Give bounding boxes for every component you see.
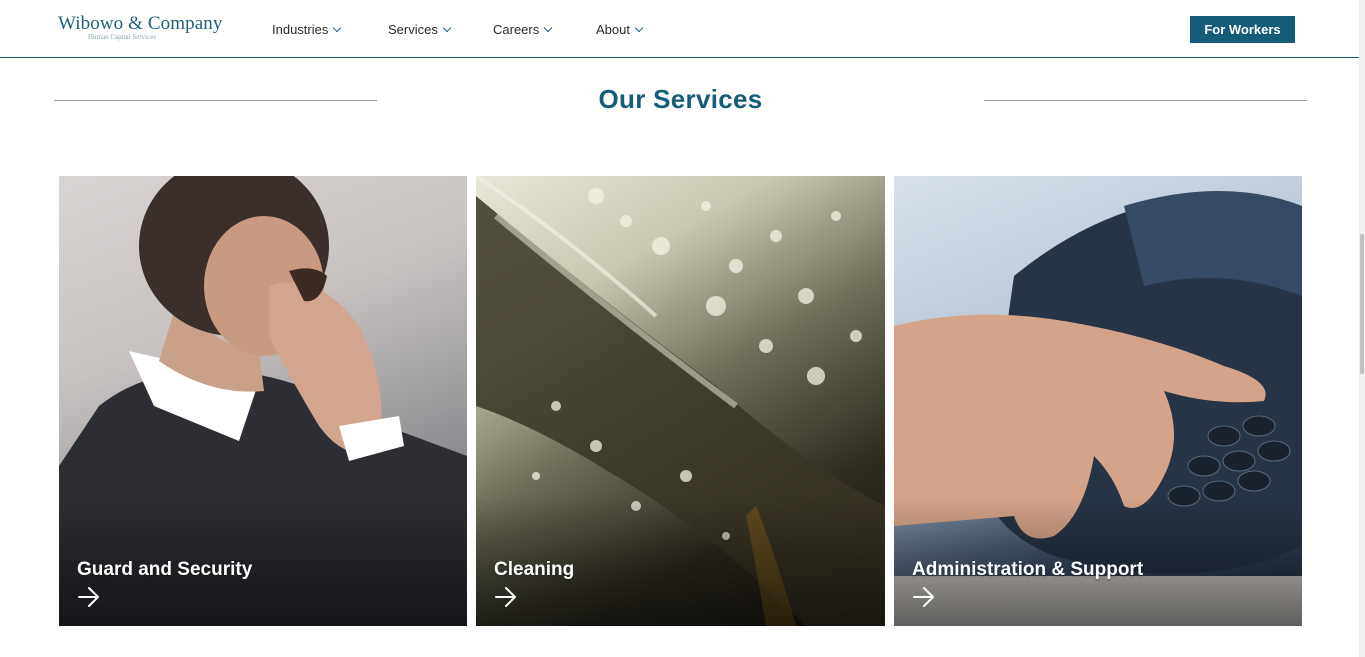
for-workers-button[interactable]: For Workers <box>1190 16 1295 43</box>
logo[interactable]: Wibowo & Company Human Capital Services <box>58 13 223 41</box>
card-title: Guard and Security <box>77 559 253 580</box>
chevron-down-icon <box>544 23 553 32</box>
scrollbar-thumb[interactable] <box>1360 234 1364 374</box>
service-card-cleaning[interactable]: Cleaning <box>476 176 885 626</box>
card-title: Cleaning <box>494 559 575 580</box>
nav-item-about[interactable]: About <box>596 22 644 37</box>
nav-item-industries[interactable]: Industries <box>272 22 342 37</box>
nav-item-services[interactable]: Services <box>388 22 452 37</box>
arrow-right-icon <box>913 587 934 607</box>
card-title: Administration & Support <box>912 559 1144 580</box>
arrow-right-icon <box>495 587 516 607</box>
scrollbar[interactable] <box>1359 0 1365 657</box>
nav-item-careers[interactable]: Careers <box>493 22 553 37</box>
service-card-administration-support[interactable]: Administration & Support <box>894 176 1302 626</box>
divider-right <box>984 100 1307 101</box>
chevron-down-icon <box>333 23 342 32</box>
arrow-right-icon <box>78 587 99 607</box>
service-card-guard-security[interactable]: Guard and Security <box>59 176 467 626</box>
nav-item-label: Services <box>388 22 438 37</box>
chevron-down-icon <box>634 23 644 32</box>
site-header: Wibowo & Company Human Capital Services … <box>0 0 1365 58</box>
nav-item-label: About <box>596 22 630 37</box>
logo-name: Wibowo & Company <box>58 13 223 34</box>
chevron-down-icon <box>442 23 452 32</box>
nav-item-label: Careers <box>493 22 540 37</box>
nav-item-label: Industries <box>272 22 329 37</box>
